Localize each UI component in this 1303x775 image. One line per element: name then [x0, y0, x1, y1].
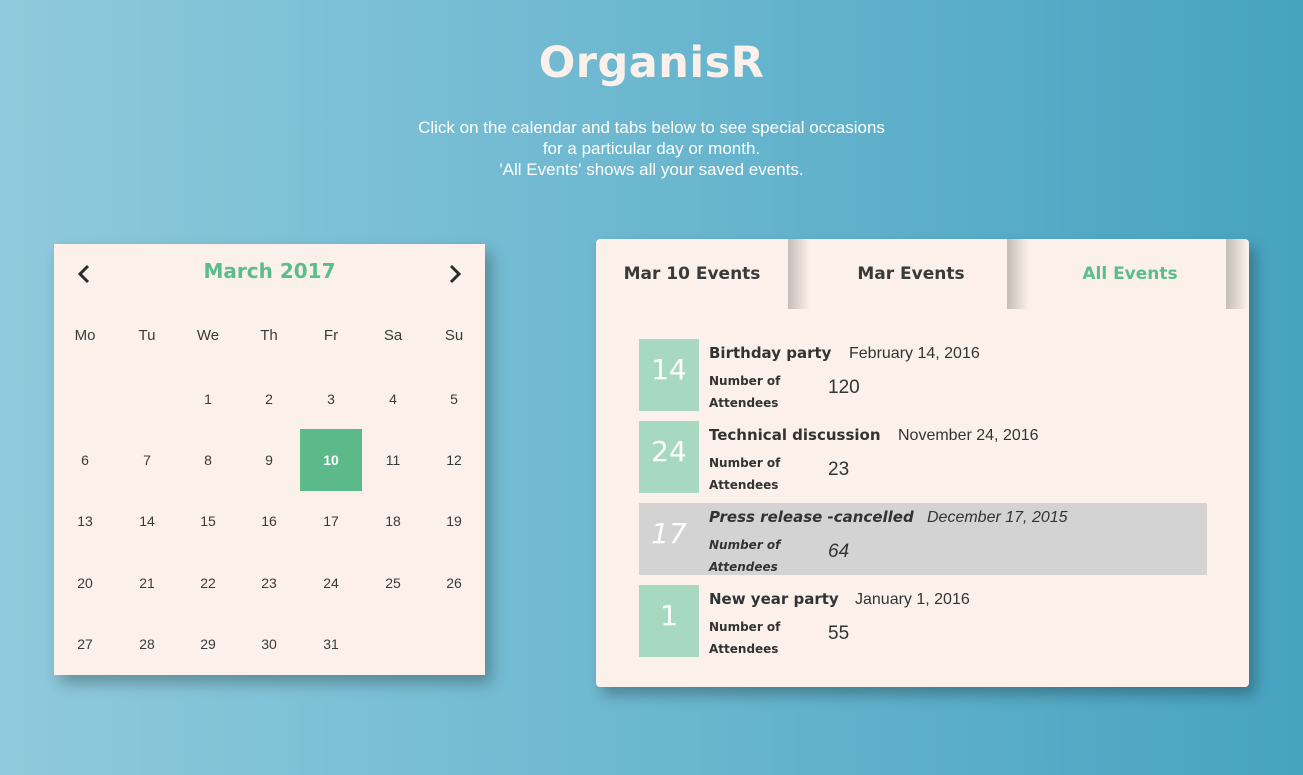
event-day-badge: 17	[651, 517, 687, 550]
event-date: December 17, 2015	[927, 509, 1068, 526]
calendar-day[interactable]: 7	[116, 429, 178, 491]
event-title: Birthday party	[709, 344, 832, 362]
calendar-day[interactable]: 30	[238, 613, 300, 675]
calendar-day[interactable]: 15	[177, 490, 239, 552]
instructions-line-2: for a particular day or month.	[542, 139, 761, 158]
weekday-fr: Fr	[323, 327, 339, 344]
calendar-day[interactable]: 4	[362, 368, 424, 430]
attendees-label: Number of Attendees	[709, 620, 781, 656]
instructions: Click on the calendar and tabs below to …	[0, 117, 1303, 180]
calendar-day[interactable]: 16	[238, 490, 300, 552]
event-item-cancelled[interactable]: 17 Press release -cancelled December 17, 2…	[639, 503, 1207, 575]
tab-divider	[1226, 239, 1248, 309]
event-day-badge: 1	[639, 585, 699, 657]
weekday-sa: Sa	[383, 327, 403, 344]
calendar-day[interactable]: 6	[54, 429, 116, 491]
calendar-day[interactable]: 22	[177, 552, 239, 614]
attendees-label: Number of Attendees	[709, 538, 781, 574]
event-date: January 1, 2016	[855, 591, 970, 608]
calendar-month-label: March 2017	[203, 259, 336, 283]
calendar-day[interactable]: 28	[116, 613, 178, 675]
app-title: OrganisR	[538, 38, 765, 88]
attendees-count: 120	[828, 377, 860, 398]
calendar-day-selected[interactable]: 10	[300, 429, 362, 491]
calendar-day[interactable]: 18	[362, 490, 424, 552]
calendar-day[interactable]: 23	[238, 552, 300, 614]
calendar-day[interactable]: 3	[300, 368, 362, 430]
calendar-day[interactable]: 11	[362, 429, 424, 491]
tab-divider	[788, 239, 810, 309]
attendees-count: 55	[828, 623, 850, 644]
tab-day-events[interactable]: Mar 10 Events	[596, 239, 788, 309]
calendar-day[interactable]: 19	[423, 490, 485, 552]
event-item[interactable]: 1 New year party January 1, 2016 Number of …	[639, 585, 1207, 657]
calendar-day[interactable]: 2	[238, 368, 300, 430]
event-title: New year party	[709, 590, 839, 608]
event-title: Technical discussion	[709, 426, 881, 444]
attendees-label: Number of Attendees	[709, 456, 781, 492]
calendar-day[interactable]: 20	[54, 552, 116, 614]
calendar-day[interactable]: 24	[300, 552, 362, 614]
event-date: November 24, 2016	[898, 427, 1039, 444]
event-day-badge: 24	[639, 421, 699, 493]
calendar-day[interactable]: 31	[300, 613, 362, 675]
calendar-day[interactable]: 12	[423, 429, 485, 491]
calendar-day[interactable]: 13	[54, 490, 116, 552]
calendar-day[interactable]: 29	[177, 613, 239, 675]
calendar-day[interactable]: 25	[362, 552, 424, 614]
instructions-line-3: 'All Events' shows all your saved events…	[499, 160, 804, 179]
calendar-day[interactable]: 21	[116, 552, 178, 614]
calendar-day[interactable]: 14	[116, 490, 178, 552]
attendees-count: 23	[828, 459, 850, 480]
calendar-day[interactable]: 9	[238, 429, 300, 491]
event-day-badge: 14	[639, 339, 699, 411]
weekday-th: Th	[260, 327, 278, 344]
instructions-line-1: Click on the calendar and tabs below to …	[418, 118, 885, 137]
tab-divider	[1007, 239, 1029, 309]
weekday-su: Su	[444, 327, 464, 344]
event-item[interactable]: 24 Technical discussion November 24, 2016 N…	[639, 421, 1207, 493]
calendar-day[interactable]: 17	[300, 490, 362, 552]
event-title: Press release -cancelled	[709, 508, 914, 526]
calendar-day[interactable]: 1	[177, 368, 239, 430]
event-item[interactable]: 14 Birthday party February 14, 2016 Number …	[639, 339, 1207, 411]
weekday-mo: Mo	[74, 327, 96, 344]
tab-month-events[interactable]: Mar Events	[815, 239, 1007, 309]
attendees-label: Number of Attendees	[709, 374, 781, 410]
tab-all-events[interactable]: All Events	[1034, 239, 1226, 309]
calendar-day[interactable]: 26	[423, 552, 485, 614]
calendar-day[interactable]: 27	[54, 613, 116, 675]
weekday-tu: Tu	[138, 327, 156, 344]
next-month-button[interactable]	[445, 262, 465, 286]
calendar-day[interactable]: 5	[423, 368, 485, 430]
event-date: February 14, 2016	[849, 345, 980, 362]
weekday-we: We	[196, 327, 220, 344]
chevron-right-icon	[449, 264, 461, 284]
attendees-count: 64	[828, 541, 850, 562]
calendar-day[interactable]: 8	[177, 429, 239, 491]
